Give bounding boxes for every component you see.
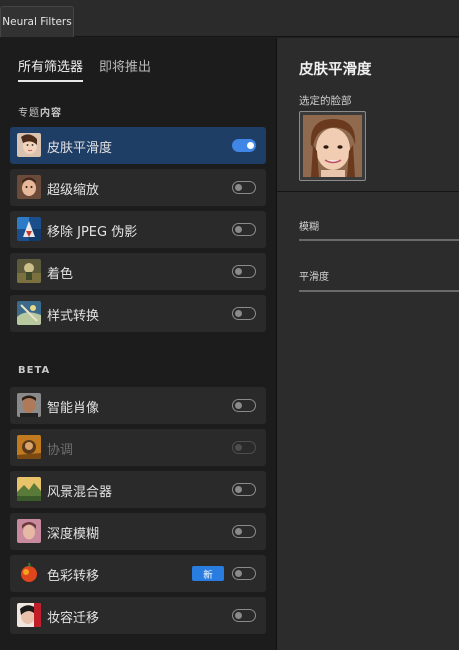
style-transfer-thumb-icon [17, 301, 41, 325]
featured-section-title: 专题内容 [18, 104, 62, 119]
blur-slider[interactable] [299, 239, 459, 241]
filter-row-color-transfer[interactable]: 色彩转移 新 [10, 555, 266, 592]
toggle-knob [234, 309, 242, 317]
filter-label: 皮肤平滑度 [47, 141, 113, 156]
depth-blur-toggle[interactable] [232, 525, 256, 538]
colorize-toggle[interactable] [232, 265, 256, 278]
super-zoom-toggle[interactable] [232, 181, 256, 194]
filter-row-landscape-mixer[interactable]: 风景混合器 [10, 471, 266, 508]
selected-face-label: 选定的脸部 [299, 95, 352, 107]
toggle-knob [234, 443, 242, 451]
harmonization-toggle [232, 441, 256, 454]
style-transfer-toggle[interactable] [232, 307, 256, 320]
colorize-thumb-icon [17, 259, 41, 283]
filter-row-harmonization[interactable]: 协调 [10, 429, 266, 466]
filter-row-colorize[interactable]: 着色 [10, 253, 266, 290]
document-tab-bar: Neural Filters [0, 0, 459, 37]
filter-settings-title: 皮肤平滑度 [299, 62, 372, 78]
filter-row-style-transfer[interactable]: 样式转换 [10, 295, 266, 332]
smart-portrait-thumb-icon [17, 393, 41, 417]
smoothness-slider-label: 平滑度 [299, 272, 329, 283]
filter-row-jpeg-artifacts[interactable]: 移除 JPEG 伪影 [10, 211, 266, 248]
panel-divider [277, 191, 459, 192]
filter-label: 风景混合器 [47, 485, 113, 500]
featured-title-bold: 内容 [40, 108, 62, 119]
harmonization-thumb-icon [17, 435, 41, 459]
filter-row-super-zoom[interactable]: 超级缩放 [10, 169, 266, 206]
makeup-transfer-thumb-icon [17, 603, 41, 627]
smart-portrait-toggle[interactable] [232, 399, 256, 412]
face-photo-icon [303, 115, 362, 177]
filter-label: 移除 JPEG 伪影 [47, 225, 138, 240]
toggle-knob [234, 183, 242, 191]
filter-settings-panel: 皮肤平滑度 选定的脸部 模糊 平滑度 [276, 38, 459, 650]
toggle-knob [234, 569, 242, 577]
filter-label: 色彩转移 [47, 569, 100, 584]
toggle-knob [234, 611, 242, 619]
toggle-knob [246, 141, 254, 149]
filter-label: 协调 [47, 443, 74, 458]
zoom-face-thumb-icon [17, 175, 41, 199]
skin-smoothing-toggle[interactable] [232, 139, 256, 152]
toggle-knob [234, 267, 242, 275]
featured-title-prefix: 专题 [18, 108, 40, 119]
jpeg-artifacts-toggle[interactable] [232, 223, 256, 236]
toggle-knob [234, 527, 242, 535]
neural-filters-tab[interactable]: Neural Filters [0, 6, 74, 37]
landscape-mixer-thumb-icon [17, 477, 41, 501]
filter-row-makeup-transfer[interactable]: 妆容迁移 [10, 597, 266, 634]
filters-list-panel: 所有筛选器 即将推出 专题内容 皮肤平滑度 超级缩放 移除 JPEG 伪影 着色 [0, 38, 276, 650]
toggle-knob [234, 485, 242, 493]
landscape-mixer-toggle[interactable] [232, 483, 256, 496]
depth-blur-thumb-icon [17, 519, 41, 543]
portrait-face-thumb-icon [17, 133, 41, 157]
blur-slider-label: 模糊 [299, 222, 319, 233]
filter-label: 超级缩放 [47, 183, 100, 198]
toggle-knob [234, 401, 242, 409]
jpeg-artifact-thumb-icon [17, 217, 41, 241]
filter-label: 样式转换 [47, 309, 100, 324]
toggle-knob [234, 225, 242, 233]
color-transfer-toggle[interactable] [232, 567, 256, 580]
filter-label: 妆容迁移 [47, 611, 100, 626]
filter-category-tabs: 所有筛选器 即将推出 [18, 56, 151, 82]
tab-coming-soon[interactable]: 即将推出 [99, 56, 151, 82]
filter-row-smart-portrait[interactable]: 智能肖像 [10, 387, 266, 424]
filter-label: 智能肖像 [47, 401, 100, 416]
filter-row-skin-smoothing[interactable]: 皮肤平滑度 [10, 127, 266, 164]
new-badge: 新 [192, 566, 224, 581]
selected-face-thumbnail[interactable] [299, 111, 366, 181]
filter-row-depth-blur[interactable]: 深度模糊 [10, 513, 266, 550]
filter-label: 深度模糊 [47, 527, 100, 542]
filter-label: 着色 [47, 267, 74, 282]
tab-all-filters[interactable]: 所有筛选器 [18, 56, 84, 82]
color-transfer-thumb-icon [17, 561, 41, 585]
smoothness-slider[interactable] [299, 290, 459, 292]
beta-section-title: BETA [18, 365, 51, 376]
makeup-transfer-toggle[interactable] [232, 609, 256, 622]
